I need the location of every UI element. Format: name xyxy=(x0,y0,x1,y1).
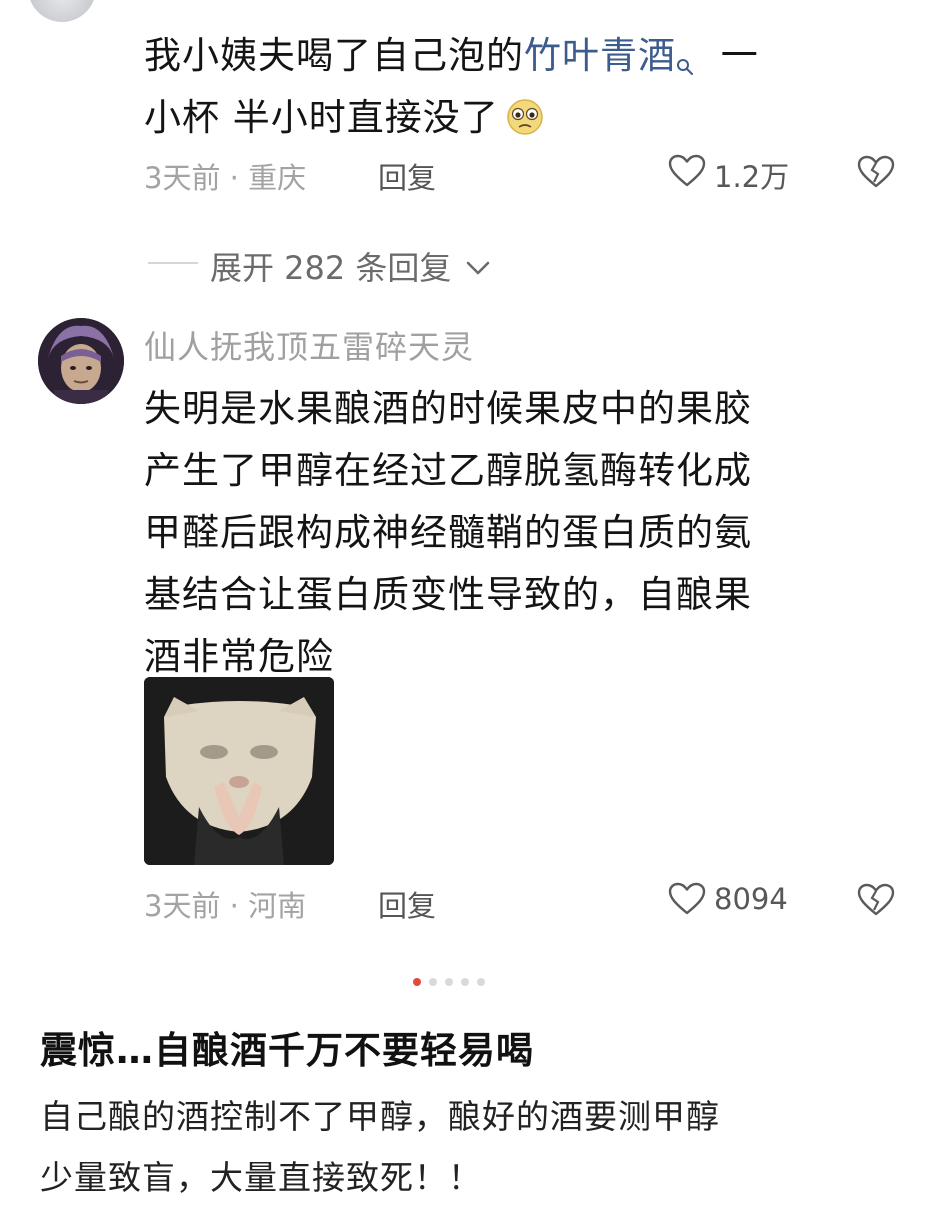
article-line: 自己酿的酒控制不了甲醇，酿好的酒要测甲醇 xyxy=(40,1097,720,1136)
expand-replies-label: 展开 282 条回复 xyxy=(210,249,452,287)
carousel-dot[interactable] xyxy=(429,978,437,986)
comment-1-reply-button[interactable]: 回复 xyxy=(378,155,436,197)
search-link[interactable]: 竹叶青酒 xyxy=(524,34,676,77)
divider-line xyxy=(148,262,198,264)
clipped-header xyxy=(0,0,935,16)
article-line: 少量致盲，大量直接致死！！ xyxy=(40,1158,482,1197)
broken-heart-icon[interactable] xyxy=(857,883,895,921)
chevron-down-icon xyxy=(466,245,490,283)
article-body: 自己酿的酒控制不了甲醇，酿好的酒要测甲醇 少量致盲，大量直接致死！！ xyxy=(40,1086,900,1208)
meta-separator: · xyxy=(229,161,239,195)
avatar-clipped[interactable] xyxy=(28,0,96,22)
comment-2-username[interactable]: 仙人抚我顶五雷碎天灵 xyxy=(144,322,474,368)
comment-1-text: 我小姨夫喝了自己泡的 xyxy=(144,34,524,77)
comment-2-image[interactable] xyxy=(144,677,334,865)
article-title: 震惊…自酿酒千万不要轻易喝 xyxy=(40,1029,534,1072)
comment-1-meta: 3天前 · 重庆 xyxy=(144,155,306,197)
comment-2-line: 基结合让蛋白质变性导致的，自酿果 xyxy=(144,573,752,616)
comment-2-line: 产生了甲醇在经过乙醇脱氢酶转化成 xyxy=(144,449,752,492)
comment-2-meta: 3天前 · 河南 xyxy=(144,883,306,925)
search-icon[interactable] xyxy=(676,33,694,75)
avatar[interactable] xyxy=(38,318,124,404)
anxious-face-emoji xyxy=(505,93,545,135)
comment-1-text-end: 一 xyxy=(720,34,759,77)
comment-1-line2: 小杯 半小时直接没了 xyxy=(144,96,499,139)
comment-2-like-count: 8094 xyxy=(714,882,788,916)
carousel-dot[interactable] xyxy=(445,978,453,986)
meta-separator: · xyxy=(229,889,239,923)
comment-2-line: 甲醛后跟构成神经髓鞘的蛋白质的氨 xyxy=(144,511,752,554)
expand-replies-button[interactable]: 展开 282 条回复 xyxy=(210,243,490,289)
comment-1-like-count: 1.2万 xyxy=(714,160,790,194)
comment-2-line: 失明是水果酿酒的时候果皮中的果胶 xyxy=(144,387,752,430)
comment-2-time: 3天前 xyxy=(144,889,221,923)
comment-2-reply-button[interactable]: 回复 xyxy=(378,883,436,925)
heart-icon[interactable] xyxy=(668,154,706,192)
comment-1-location: 重庆 xyxy=(248,161,307,195)
carousel-dot[interactable] xyxy=(413,978,421,986)
comment-1-like[interactable]: 1.2万 xyxy=(668,152,808,194)
comment-1-time: 3天前 xyxy=(144,161,221,195)
comment-2-body: 失明是水果酿酒的时候果皮中的果胶 产生了甲醇在经过乙醇脱氢酶转化成 甲醛后跟构成… xyxy=(144,378,904,688)
comment-1-body: 我小姨夫喝了自己泡的竹叶青酒 一 小杯 半小时直接没了 xyxy=(144,25,904,149)
carousel-dot[interactable] xyxy=(461,978,469,986)
carousel-indicator xyxy=(413,971,493,990)
comment-2-location: 河南 xyxy=(248,889,307,923)
broken-heart-icon[interactable] xyxy=(857,155,895,193)
comment-2-like[interactable]: 8094 xyxy=(668,880,818,920)
heart-icon[interactable] xyxy=(668,882,706,920)
carousel-dot[interactable] xyxy=(477,978,485,986)
